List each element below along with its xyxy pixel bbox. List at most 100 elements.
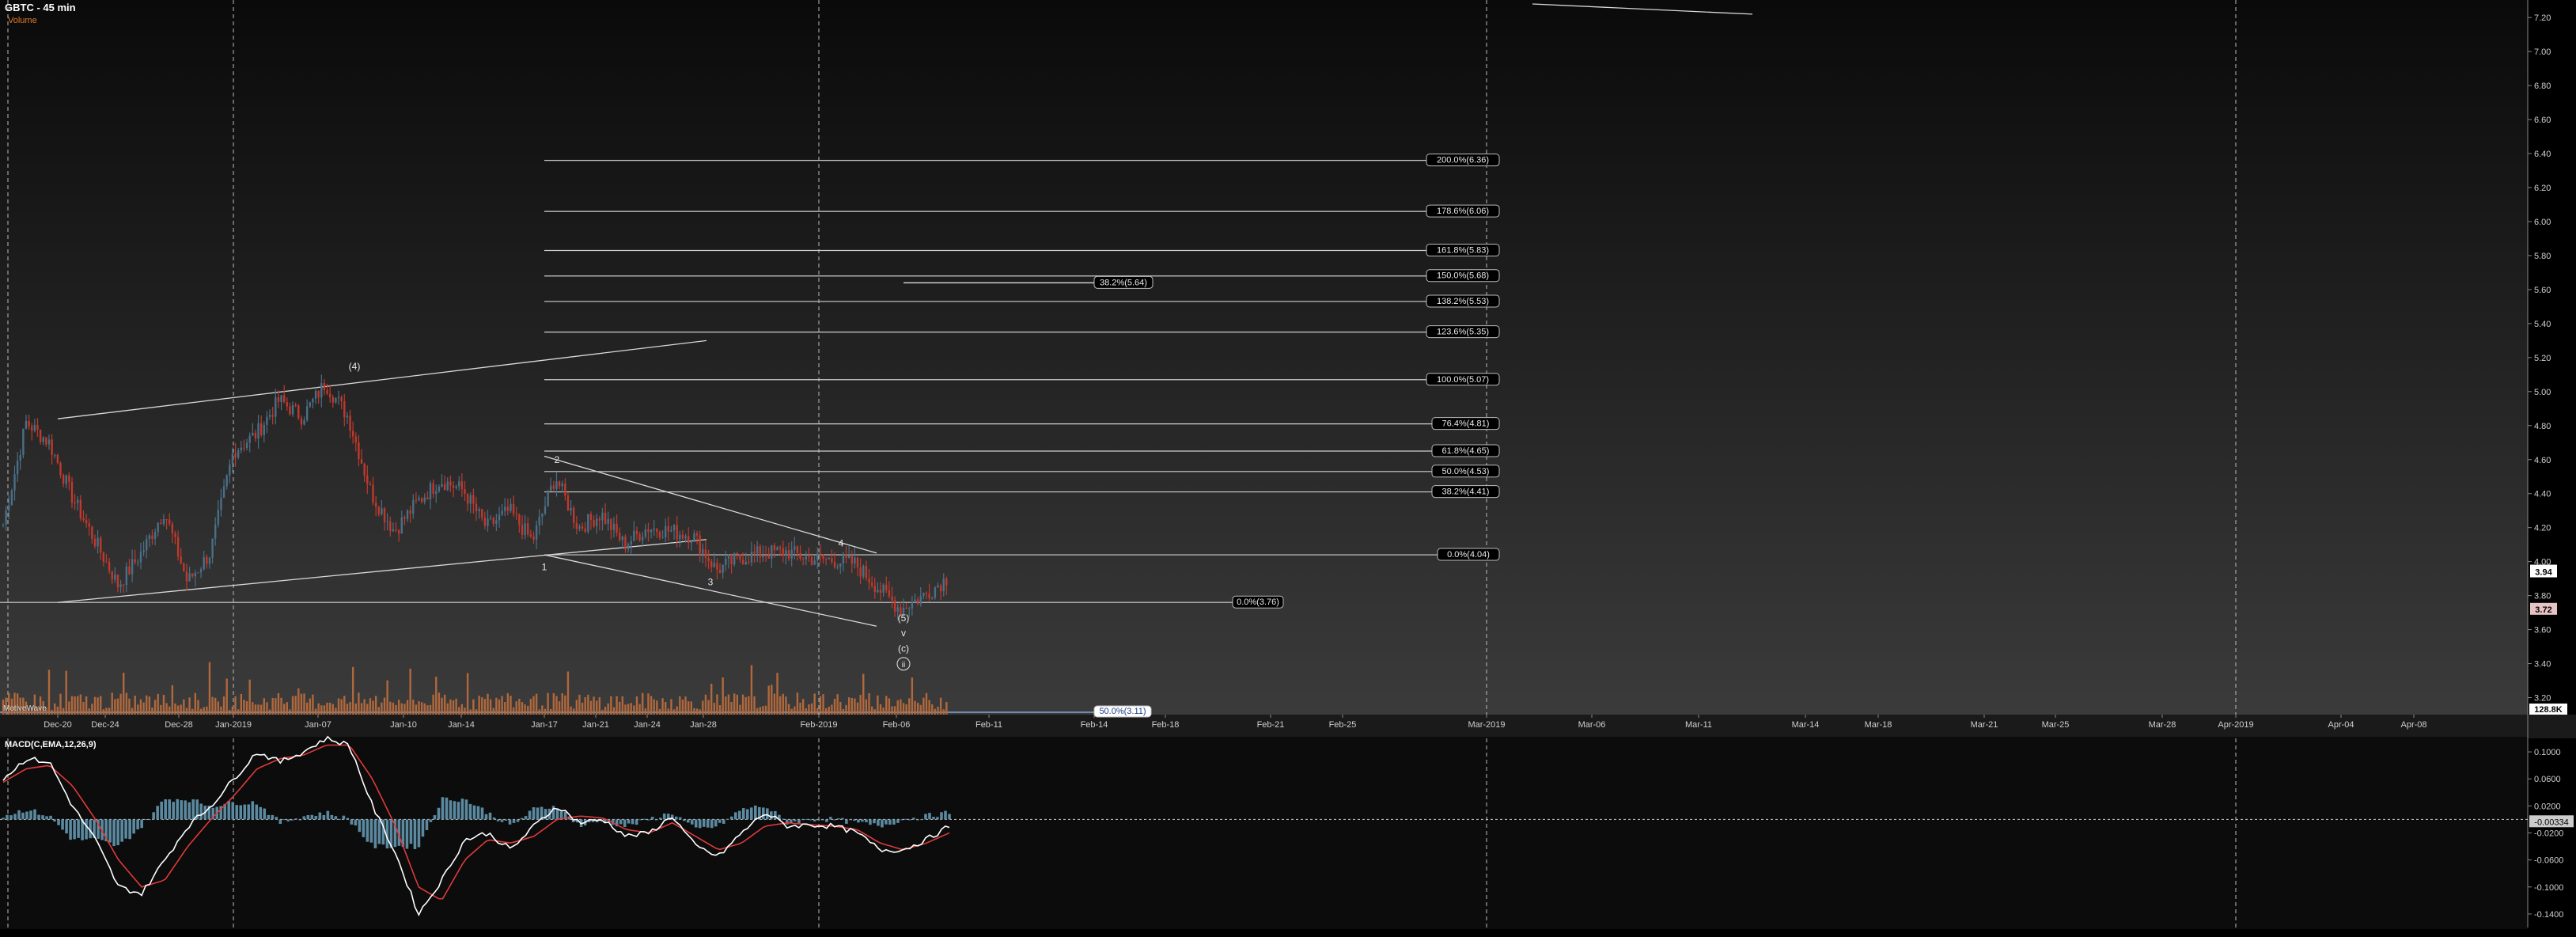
volume-bar [225,678,228,715]
volume-bar [573,708,575,715]
volume-bar [369,698,372,715]
macd-tick-label: 0.1000 [2534,748,2561,757]
volume-bar [782,693,784,715]
candle-body [801,558,805,560]
volume-bar [934,708,937,715]
date-tick-label: Mar-28 [2149,720,2176,730]
candle-body [633,530,635,541]
candle-body [194,572,197,577]
candle-body [128,566,131,575]
macd-tick-label: -0.0200 [2534,829,2563,839]
date-tick-label: Jan-10 [390,720,417,730]
candle-body [725,559,727,565]
volume-bar [383,697,386,715]
volume-bar [93,696,97,715]
volume-bar [810,703,813,715]
volume-bar [681,699,684,715]
candle-body [188,573,191,582]
macd-histogram-bar [797,819,801,824]
fib-level-label: 138.2%(5.53) [1437,297,1489,306]
candle-body [498,514,501,521]
candle-body [42,437,44,442]
candle-body [561,484,563,487]
volume-bar [535,693,538,715]
volume-bar [495,697,498,715]
volume-bar [624,704,627,715]
fib-level-label: 76.4%(4.81) [1442,419,1490,429]
volume-bar [570,706,572,715]
date-tick-label: Feb-2019 [800,720,837,730]
volume-bar [828,707,830,715]
volume-bar [397,700,400,715]
candle-body [937,586,939,588]
volume-bar [839,701,842,715]
volume-bar [125,692,128,715]
volume-bar [504,702,506,715]
volume-bar [510,696,512,715]
candle-body [197,572,199,574]
volume-bar [354,703,357,715]
volume-bar [51,709,53,715]
macd-histogram-bar [896,819,900,823]
macd-histogram-bar [9,815,13,820]
macd-histogram-bar [49,815,52,820]
volume-bar [229,709,231,715]
candle-body [928,594,930,598]
candle-body [266,416,268,425]
volume-bar [280,697,282,715]
macd-histogram-bar [702,819,706,827]
macd-tick-label: 0.0600 [2534,775,2561,784]
candle-body [799,552,801,559]
candle-body [300,418,303,425]
date-tick-label: Mar-2019 [1468,720,1505,730]
fib-level-label: 200.0%(6.36) [1437,156,1489,165]
price-tick-label: 6.00 [2534,218,2551,227]
volume-bar [314,708,317,715]
candle-body [839,563,842,567]
macd-histogram-bar [908,819,911,821]
candle-body [108,562,111,571]
macd-histogram-bar [85,819,88,840]
price-tick-label: 3.80 [2534,592,2551,601]
candle-body [690,541,693,544]
candle-body [123,584,125,586]
volume-bar [587,694,589,715]
candle-body [879,590,882,593]
candle-body [767,556,770,559]
candle-body [220,498,222,510]
volume-bar [79,694,82,715]
macd-histogram-bar [928,813,931,820]
macd-histogram-bar [821,819,824,821]
candle-body [819,553,822,556]
volume-bar [366,704,369,715]
price-tick-label: 4.80 [2534,422,2551,431]
volume-bar [650,696,653,715]
volume-bar [759,707,761,715]
macd-histogram-bar [369,819,373,843]
candle-body [271,415,274,417]
macd-histogram-bar [437,807,441,820]
macd-histogram-bar [940,812,943,820]
candle-body [191,573,194,577]
macd-histogram-bar [199,803,203,820]
price-tick-label: 5.40 [2534,320,2551,329]
candle-body [97,537,99,547]
candle-body [828,557,830,560]
candle-body [914,599,916,602]
candle-body [400,517,403,534]
macd-histogram-bar [733,812,737,820]
candle-body [381,508,383,514]
volume-bar [47,670,51,715]
extra-fib-label: 0.0%(3.76) [1237,597,1279,607]
volume-bar [372,700,374,715]
volume-bar [176,705,180,715]
price-tick-label: 5.20 [2534,354,2551,363]
macd-histogram-bar [275,817,278,820]
volume-tag: 128.8K [2534,705,2563,715]
candle-body [538,516,540,525]
candle-body [750,552,753,563]
volume-bar [277,692,280,715]
candle-body [286,402,288,407]
candle-body [891,596,893,601]
macd-histogram-bar [623,819,627,827]
